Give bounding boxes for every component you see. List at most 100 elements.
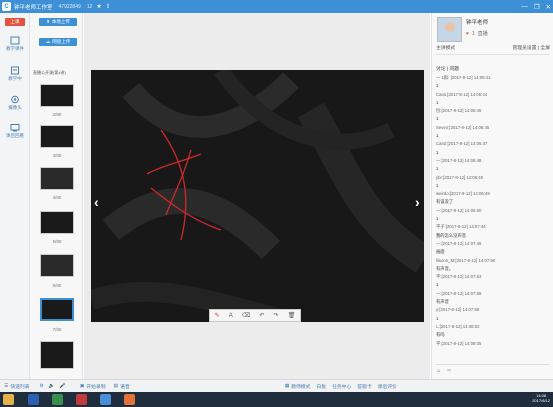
upload-icon: ⬆ bbox=[46, 19, 50, 24]
clear-icon[interactable]: 🗑 bbox=[288, 312, 296, 319]
slide-thumb-label: 3/80 bbox=[52, 153, 62, 158]
speaker-icon[interactable]: 🔈 bbox=[49, 384, 55, 389]
chat-tabs[interactable]: 讨论 | 问题 bbox=[436, 65, 459, 72]
app-logo-icon: C bbox=[2, 2, 11, 11]
folder-icon[interactable] bbox=[3, 394, 14, 405]
nav-item-class[interactable]: 上课 bbox=[2, 18, 28, 27]
chat-message: L:[2017-8-12] 14:08:02 bbox=[436, 323, 480, 329]
status-item-label: 任务中心 bbox=[332, 384, 352, 390]
avatar bbox=[437, 17, 462, 42]
share-icon[interactable]: ⇧ bbox=[106, 3, 111, 10]
online-count: 12 bbox=[86, 3, 93, 10]
word-icon[interactable] bbox=[28, 394, 39, 405]
chat-message: 1 bbox=[436, 282, 439, 288]
teacher-mode-button[interactable]: ▦ 教师模式 bbox=[285, 383, 311, 390]
voice-label: 语音 bbox=[120, 384, 130, 390]
task-center-button[interactable]: 任务中心 bbox=[332, 383, 351, 390]
record-button[interactable]: ▣ 开始录制 bbox=[80, 383, 106, 390]
pen-icon[interactable]: ✎ bbox=[215, 312, 220, 319]
room-id: 47922849 bbox=[58, 3, 81, 10]
status-icons: ⚙ 🔈 🎤 bbox=[40, 384, 66, 389]
chat-input[interactable]: ☺ ✂ bbox=[436, 364, 550, 378]
chat-message: Caos:[2017-8-12] 14:06:44 bbox=[436, 91, 488, 97]
undo-icon[interactable]: ↶ bbox=[259, 312, 264, 319]
slide-thumb[interactable] bbox=[40, 167, 74, 190]
prev-slide-button[interactable]: ‹ bbox=[94, 194, 99, 210]
slide-thumb[interactable] bbox=[40, 84, 74, 107]
quick-list-label: 快速列表 bbox=[10, 384, 30, 390]
chat-message: 一 1群: [2017-8-12] 14:06:41 bbox=[436, 75, 491, 80]
nav-label: 上课 bbox=[10, 19, 20, 24]
quick-list-button[interactable]: ☰ 快速列表 bbox=[4, 383, 30, 390]
status-item-label: 课后评价 bbox=[377, 384, 397, 390]
heart-icon[interactable]: ♥ bbox=[466, 31, 469, 37]
slide-thumb-label: 6/80 bbox=[52, 283, 62, 288]
app-icon[interactable] bbox=[124, 394, 135, 405]
slide-drawing bbox=[91, 70, 424, 322]
app-icon[interactable] bbox=[76, 394, 87, 405]
list-icon: ☰ bbox=[4, 383, 9, 389]
slide-thumb-selected[interactable] bbox=[40, 298, 74, 321]
taskbar-clock[interactable]: 14:08 2017/8/12 bbox=[532, 393, 550, 403]
chat-message: 画面 bbox=[436, 249, 445, 255]
eraser-icon[interactable]: ⌫ bbox=[242, 312, 250, 319]
chat-message: 恒:[2017-8-12] 14:06:45 bbox=[436, 108, 482, 114]
text-tool-icon[interactable]: A bbox=[229, 313, 233, 319]
app-icon[interactable] bbox=[100, 394, 111, 405]
evaluation-button[interactable]: 课后评价 bbox=[378, 383, 397, 390]
next-slide-button[interactable]: › bbox=[415, 194, 420, 210]
nav-item-teaching[interactable]: 教学中 bbox=[2, 66, 28, 82]
drawing-toolbar: ✎ A ⌫ ↶ ↷ 🗑 bbox=[209, 309, 301, 322]
star-icon[interactable]: ★ bbox=[96, 3, 101, 10]
slide-thumb[interactable] bbox=[40, 254, 74, 277]
mic-icon[interactable]: 🎤 bbox=[60, 384, 66, 389]
net-upload-label: 网盘上传 bbox=[52, 39, 71, 44]
chat-message: 1 bbox=[436, 116, 439, 122]
chat-message: 一:[2017-8-12] 14:06:48 bbox=[436, 157, 482, 163]
chat-message: 1 bbox=[436, 166, 439, 172]
nav-item-camera[interactable]: 摄像头 bbox=[2, 95, 28, 111]
app-icon[interactable] bbox=[52, 394, 63, 405]
courseware-icon bbox=[10, 36, 20, 45]
chat-message: 1 bbox=[436, 83, 439, 89]
chat-message: 有声音。 bbox=[436, 265, 454, 271]
answer-card-button[interactable]: 答题卡 bbox=[357, 383, 371, 390]
local-upload-button[interactable]: ⬆ 本地上传 bbox=[39, 18, 77, 26]
chat-message: lilsoon_M:[2017-8-12] 14:07:50 bbox=[436, 257, 496, 263]
emoji-icon[interactable]: ☺ bbox=[436, 368, 441, 378]
settings-icon[interactable]: ⚙ bbox=[40, 384, 44, 389]
slide-thumb[interactable] bbox=[40, 125, 74, 148]
slide-thumb-label: 5/80 bbox=[52, 239, 62, 244]
left-nav: 上课 教学课件 教学中 摄像头 课后回看 bbox=[0, 13, 30, 379]
net-upload-button[interactable]: ☁ 网盘上传 bbox=[39, 38, 77, 46]
chat-message: 1 bbox=[436, 315, 439, 321]
local-upload-label: 本地上传 bbox=[51, 19, 70, 24]
chat-message: 一:[2017-8-12] 14:07:55 bbox=[436, 290, 482, 296]
camera-icon bbox=[11, 95, 19, 104]
whiteboard-button[interactable]: 白板 bbox=[316, 383, 326, 390]
close-button[interactable]: ✕ bbox=[546, 3, 551, 11]
screenshot-icon[interactable]: ✂ bbox=[447, 368, 451, 378]
slide-thumb[interactable] bbox=[40, 341, 74, 369]
chat-message: 有误没了 bbox=[436, 199, 454, 205]
redo-icon[interactable]: ↷ bbox=[274, 312, 279, 319]
mode-select[interactable]: 主讲模式 bbox=[436, 44, 455, 51]
status-item-label: 教师模式 bbox=[291, 384, 311, 390]
chat-message: 1 bbox=[436, 149, 439, 155]
chat-message: Carol:[2017-8-12] 14:06:47 bbox=[436, 141, 488, 147]
chat-message: ybr:[2017-8-12] 14:06:48 bbox=[436, 174, 484, 180]
record-icon: ▣ bbox=[79, 383, 85, 389]
nav-item-courseware[interactable]: 教学课件 bbox=[2, 36, 28, 52]
minimize-button[interactable]: — bbox=[521, 3, 528, 10]
voice-button[interactable]: ▤ 语音 bbox=[114, 383, 130, 390]
nav-item-replay[interactable]: 课后回看 bbox=[2, 123, 28, 139]
chat-message: 1 bbox=[436, 216, 439, 222]
slide-thumb[interactable] bbox=[40, 211, 74, 234]
maximize-button[interactable]: ❐ bbox=[534, 3, 540, 11]
chat-message: weirdo:[2017-8-12] 14:06:49 bbox=[436, 191, 490, 197]
whiteboard-slide[interactable] bbox=[91, 70, 424, 322]
mode-settings-link[interactable]: 管理员设置 | 全屏 bbox=[513, 44, 551, 51]
clock-date: 2017/8/12 bbox=[532, 398, 550, 403]
chat-message: 有声音 bbox=[436, 299, 449, 305]
chat-message: 一:[2017-8-12] 14:06:50 bbox=[436, 207, 482, 213]
